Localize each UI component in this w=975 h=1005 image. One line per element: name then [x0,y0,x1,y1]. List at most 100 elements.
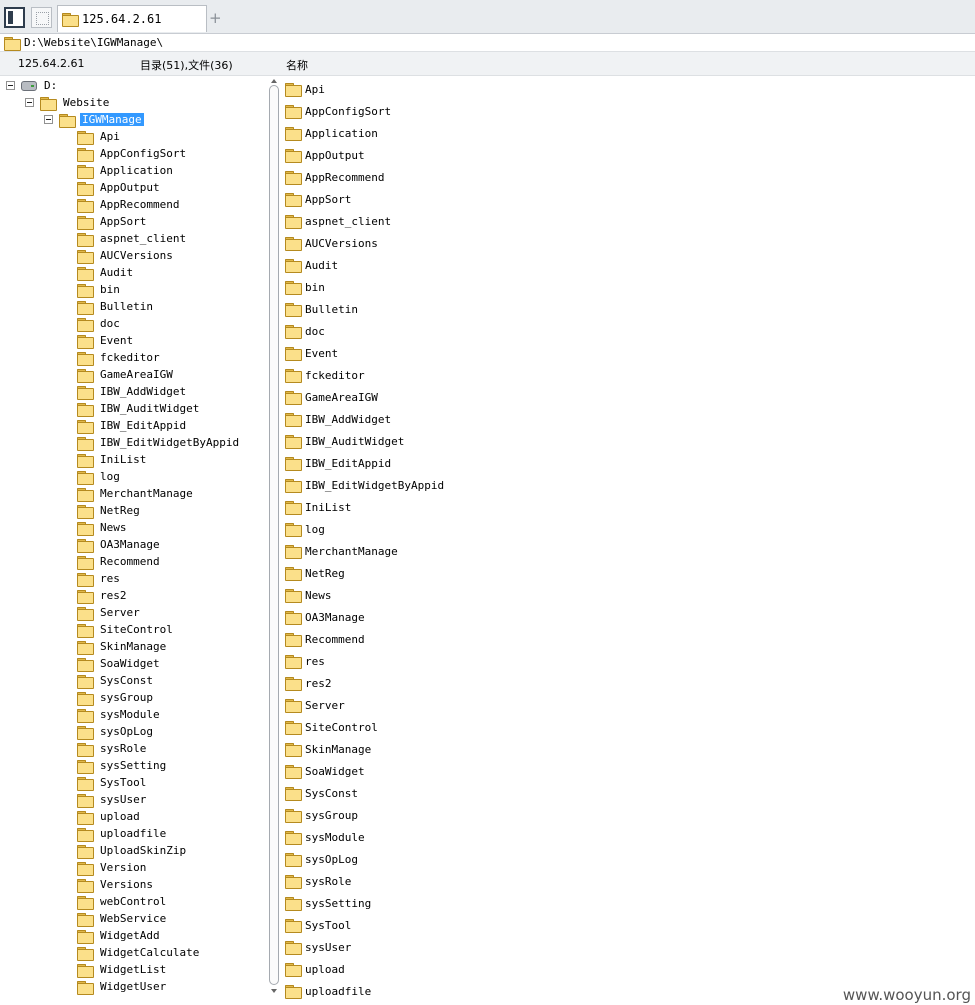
tree-node[interactable]: IBW_AddWidget [77,383,188,400]
list-item[interactable]: sysUser [285,936,351,958]
list-item[interactable]: doc [285,320,325,342]
tree-node[interactable]: SysConst [77,672,155,689]
tree-node[interactable]: Audit [77,264,135,281]
tree-node[interactable]: sysOpLog [77,723,155,740]
list-item[interactable]: AppSort [285,188,351,210]
scroll-thumb[interactable] [269,85,279,985]
tree-node[interactable]: WidgetCalculate [77,944,201,961]
list-item[interactable]: SiteControl [285,716,378,738]
list-item[interactable]: NetReg [285,562,345,584]
file-list[interactable]: Api AppConfigSort Application AppOutput AppR… [281,77,975,1005]
list-item[interactable]: sysGroup [285,804,358,826]
tree-node[interactable]: res2 [77,587,129,604]
collapse-icon[interactable] [6,81,15,90]
list-item[interactable]: aspnet_client [285,210,391,232]
window-button[interactable] [31,7,52,28]
scroll-down-icon[interactable] [271,989,277,993]
list-item[interactable]: sysRole [285,870,351,892]
tree-node-website[interactable]: Website [25,94,111,111]
tree-node[interactable]: WidgetList [77,961,168,978]
tree-node[interactable]: SysTool [77,774,148,791]
list-item[interactable]: log [285,518,325,540]
list-item[interactable]: Bulletin [285,298,358,320]
list-item[interactable]: AppRecommend [285,166,384,188]
tree-node[interactable]: Api [77,128,122,145]
tree-node-selected[interactable]: IGWManage [44,111,144,128]
tree-node[interactable]: sysModule [77,706,162,723]
tree-node[interactable]: doc [77,315,122,332]
tree-node[interactable]: Server [77,604,142,621]
tree-node[interactable]: MerchantManage [77,485,195,502]
tree-node[interactable]: AppOutput [77,179,162,196]
tree-node[interactable]: sysSetting [77,757,168,774]
scroll-up-icon[interactable] [271,79,277,83]
tree-node[interactable]: AppSort [77,213,148,230]
list-item[interactable]: fckeditor [285,364,365,386]
tree-node[interactable]: SiteControl [77,621,175,638]
list-item[interactable]: upload [285,958,345,980]
tree-node[interactable]: WebService [77,910,168,927]
tree-node[interactable]: AppConfigSort [77,145,188,162]
list-item[interactable]: AppConfigSort [285,100,391,122]
list-item[interactable]: SysConst [285,782,358,804]
list-item[interactable]: GameAreaIGW [285,386,378,408]
folder-tree[interactable]: D: Website IGWManage Api AppConfigSort App… [0,77,268,1005]
tree-node[interactable]: IniList [77,451,148,468]
list-item[interactable]: res2 [285,672,332,694]
tree-node[interactable]: res [77,570,122,587]
tree-node[interactable]: bin [77,281,122,298]
tree-scrollbar[interactable] [268,77,280,1005]
tree-node[interactable]: WidgetAdd [77,927,162,944]
list-item[interactable]: AUCVersions [285,232,378,254]
collapse-icon[interactable] [44,115,53,124]
tree-node[interactable]: News [77,519,129,536]
tree-node[interactable]: AppRecommend [77,196,181,213]
list-item[interactable]: SoaWidget [285,760,365,782]
tree-node[interactable]: Bulletin [77,298,155,315]
list-item[interactable]: uploadfile [285,980,371,1002]
list-item[interactable]: SkinManage [285,738,371,760]
list-item[interactable]: Application [285,122,378,144]
list-item[interactable]: Recommend [285,628,365,650]
tree-node[interactable]: fckeditor [77,349,162,366]
tree-node[interactable]: Versions [77,876,155,893]
list-item[interactable]: MerchantManage [285,540,398,562]
tree-node[interactable]: log [77,468,122,485]
list-item[interactable]: Server [285,694,345,716]
list-item[interactable]: News [285,584,332,606]
list-item[interactable]: res [285,650,325,672]
panel-toggle-button[interactable] [4,7,25,28]
tree-node[interactable]: OA3Manage [77,536,162,553]
list-item[interactable]: IBW_EditWidgetByAppid [285,474,444,496]
tree-node[interactable]: IBW_EditWidgetByAppid [77,434,241,451]
tree-node[interactable]: sysRole [77,740,148,757]
collapse-icon[interactable] [25,98,34,107]
name-column-header[interactable]: 名称 [286,57,308,73]
list-item[interactable]: OA3Manage [285,606,365,628]
tree-node[interactable]: uploadfile [77,825,168,842]
tree-node[interactable]: Event [77,332,135,349]
address-bar[interactable]: D:\Website\IGWManage\ [0,34,975,52]
tree-node[interactable]: WidgetUser [77,978,168,995]
tab-host[interactable]: 125.64.2.61 [57,5,207,32]
list-item[interactable]: IniList [285,496,351,518]
tree-node[interactable]: upload [77,808,142,825]
tree-node[interactable]: NetReg [77,502,142,519]
tree-node[interactable]: IBW_EditAppid [77,417,188,434]
tree-node[interactable]: IBW_AuditWidget [77,400,201,417]
list-item[interactable]: IBW_EditAppid [285,452,391,474]
list-item[interactable]: AppOutput [285,144,365,166]
tree-node[interactable]: SkinManage [77,638,168,655]
tree-node[interactable]: sysUser [77,791,148,808]
list-item[interactable]: sysSetting [285,892,371,914]
list-item[interactable]: Api [285,78,325,100]
list-item[interactable]: Audit [285,254,338,276]
list-item[interactable]: SysTool [285,914,351,936]
tree-node[interactable]: AUCVersions [77,247,175,264]
list-item[interactable]: IBW_AuditWidget [285,430,404,452]
tree-node[interactable]: Application [77,162,175,179]
list-item[interactable]: sysOpLog [285,848,358,870]
tree-node[interactable]: aspnet_client [77,230,188,247]
tree-node-drive[interactable]: D: [6,77,59,94]
new-tab-button[interactable]: + [209,9,222,27]
